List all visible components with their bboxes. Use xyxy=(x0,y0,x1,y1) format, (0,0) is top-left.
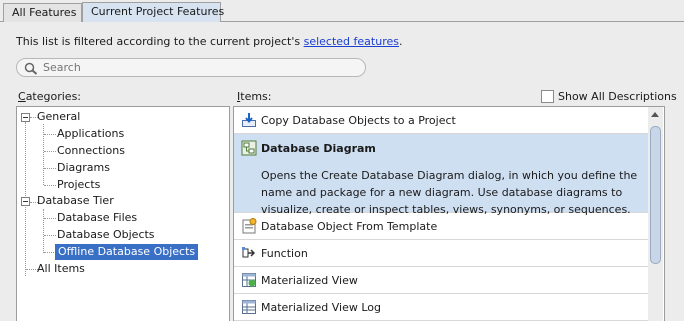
categories-label-mnemonic: C xyxy=(18,90,26,103)
categories-label: Categories: xyxy=(18,90,81,103)
show-all-descriptions[interactable]: Show All Descriptions xyxy=(541,90,677,103)
item-label: Database Diagram xyxy=(261,142,376,155)
tree-connector xyxy=(44,185,56,186)
tree-connector xyxy=(43,209,44,253)
tree-connector xyxy=(44,235,56,236)
categories-label-rest: ategories: xyxy=(25,90,82,103)
tree-item-applications[interactable]: Applications xyxy=(57,126,124,142)
function-icon xyxy=(242,247,256,258)
template-icon xyxy=(242,218,257,234)
item-label: Materialized View xyxy=(261,274,358,287)
categories-tree[interactable]: General Applications Connections Diagram… xyxy=(16,106,230,321)
feature-tabs: All Features Current Project Features xyxy=(0,0,684,22)
items-scrollbar[interactable] xyxy=(648,107,663,321)
tree-item-database-tier[interactable]: Database Tier xyxy=(37,193,114,209)
scroll-up-icon[interactable] xyxy=(651,112,659,117)
tree-item-general[interactable]: General xyxy=(37,109,80,125)
tree-item-database-objects[interactable]: Database Objects xyxy=(57,227,155,243)
tree-item-all-items[interactable]: All Items xyxy=(37,261,85,277)
show-all-descriptions-checkbox[interactable] xyxy=(541,90,554,103)
tab-current-project-features[interactable]: Current Project Features xyxy=(82,2,224,22)
items-label-rest: tems: xyxy=(240,90,272,103)
item-label: Copy Database Objects to a Project xyxy=(261,114,456,127)
search-input[interactable] xyxy=(43,60,353,75)
filter-note-text: This list is filtered according to the c… xyxy=(16,35,304,48)
tree-item-database-files[interactable]: Database Files xyxy=(57,210,137,226)
item-label: Database Object From Template xyxy=(261,220,438,233)
search-icon xyxy=(24,62,38,75)
materialized-view-icon xyxy=(242,273,256,287)
selected-features-link[interactable]: selected features xyxy=(304,35,399,48)
item-description: Opens the Create Database Diagram dialog… xyxy=(261,169,638,216)
tree-item-projects[interactable]: Projects xyxy=(57,177,100,193)
scrollbar-thumb[interactable] xyxy=(650,126,661,264)
show-all-descriptions-label: Show All Descriptions xyxy=(558,90,677,103)
tree-connector xyxy=(44,218,56,219)
materialized-view-log-icon xyxy=(242,300,256,314)
database-diagram-icon xyxy=(241,140,257,156)
collapse-database-tier-icon[interactable] xyxy=(21,197,30,206)
tree-item-diagrams[interactable]: Diagrams xyxy=(57,160,110,176)
tree-connector xyxy=(44,168,56,169)
items-list[interactable]: Copy Database Objects to a Project Datab… xyxy=(233,106,665,321)
collapse-general-icon[interactable] xyxy=(21,113,30,122)
search-box[interactable] xyxy=(16,58,366,77)
list-item[interactable]: Materialized View Log xyxy=(234,294,649,321)
tree-connector xyxy=(44,134,56,135)
list-item[interactable]: Copy Database Objects to a Project xyxy=(234,107,649,134)
tree-item-connections[interactable]: Connections xyxy=(57,143,125,159)
list-item[interactable]: Database Diagram Opens the Create Databa… xyxy=(234,134,649,216)
list-item[interactable]: Database Object From Template xyxy=(234,213,649,240)
item-label: Materialized View Log xyxy=(261,301,382,314)
list-item[interactable]: Materialized View xyxy=(234,267,649,294)
tab-all-features[interactable]: All Features xyxy=(3,3,82,22)
items-label: Items: xyxy=(237,90,271,103)
filter-note-suffix: . xyxy=(398,35,403,48)
list-item[interactable]: Function xyxy=(234,240,649,267)
filter-note: This list is filtered according to the c… xyxy=(16,35,402,48)
download-arrow-icon xyxy=(242,113,256,127)
tree-connector xyxy=(44,151,56,152)
tree-item-offline-database-objects[interactable]: Offline Database Objects xyxy=(55,244,199,260)
item-label: Function xyxy=(261,247,308,260)
